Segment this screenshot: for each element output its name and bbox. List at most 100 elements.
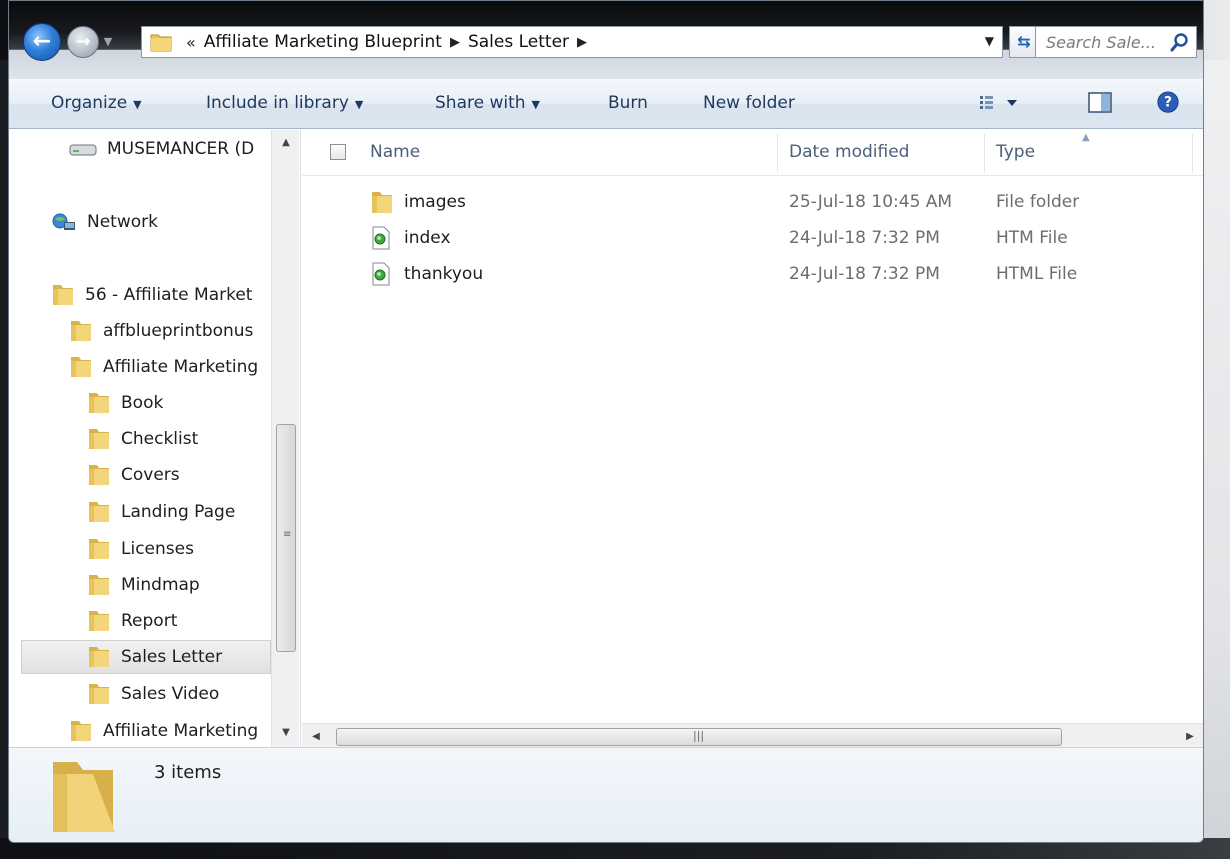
nav-scroll-thumb[interactable]: ≡	[276, 424, 296, 652]
search-icon[interactable]	[1170, 32, 1190, 52]
file-date: 25-Jul-18 10:45 AM	[789, 192, 953, 212]
nav-item-landing-page[interactable]: Landing Page	[87, 495, 235, 529]
file-name: thankyou	[404, 264, 484, 284]
nav-item-sales-letter[interactable]: Sales Letter	[21, 640, 271, 674]
address-bar[interactable]: « Affiliate Marketing Blueprint ▶ Sales …	[141, 26, 1003, 58]
file-row[interactable]: images 25-Jul-18 10:45 AM File folder	[302, 185, 1203, 221]
nav-item-checklist[interactable]: Checklist	[87, 422, 198, 456]
horizontal-scrollbar[interactable]: ◀ ||| ▶	[302, 723, 1203, 749]
nav-item-covers[interactable]: Covers	[87, 458, 180, 492]
html-file-icon	[372, 226, 390, 250]
command-bar: Organize ▼ Include in library ▼ Share with…	[9, 79, 1203, 129]
folder-icon	[53, 762, 115, 832]
file-name: index	[404, 228, 451, 248]
search-box	[1035, 26, 1197, 58]
sort-ascending-icon: ▲	[1082, 132, 1090, 143]
folder-icon	[89, 393, 109, 413]
file-name: images	[404, 192, 466, 212]
nav-item-licenses[interactable]: Licenses	[87, 532, 194, 566]
nav-item-label: Sales Video	[121, 684, 220, 704]
organize-button[interactable]: Organize ▼	[51, 93, 142, 113]
nav-item-mindmap[interactable]: Mindmap	[87, 568, 200, 602]
forward-button[interactable]: →	[67, 26, 99, 58]
back-button[interactable]: ←	[23, 23, 61, 61]
share-with-button[interactable]: Share with ▼	[435, 93, 540, 113]
file-row[interactable]: thankyou 24-Jul-18 7:32 PM HTML File	[302, 257, 1203, 293]
folder-icon	[372, 192, 392, 213]
nav-item-book[interactable]: Book	[87, 386, 163, 420]
include-in-library-button[interactable]: Include in library ▼	[206, 93, 363, 113]
address-row: ← → ▼ « Affiliate Marketing Blueprint ▶ …	[9, 1, 1203, 79]
nav-item-report[interactable]: Report	[87, 604, 177, 638]
chevron-down-icon: ▼	[133, 98, 142, 111]
chevron-down-icon: ▼	[531, 98, 540, 111]
horizontal-scroll-thumb[interactable]: |||	[336, 728, 1062, 746]
column-type[interactable]: Type	[996, 142, 1035, 162]
nav-item-sales-video[interactable]: Sales Video	[87, 677, 219, 711]
nav-item-label: Mindmap	[121, 575, 200, 595]
chevron-down-icon: ▼	[354, 98, 364, 111]
nav-item-affiliate-marketing-2[interactable]: Affiliate Marketing	[69, 714, 258, 747]
column-header-row: Name Date modified ▲ Type	[302, 130, 1203, 176]
nav-pane-scrollbar[interactable]: ▲ ≡ ▼	[271, 130, 299, 747]
column-divider[interactable]	[984, 134, 985, 172]
scroll-down-icon[interactable]: ▼	[272, 722, 300, 744]
folder-icon	[71, 721, 91, 741]
nav-item-label: Report	[121, 611, 178, 631]
file-date: 24-Jul-18 7:32 PM	[789, 228, 940, 248]
folder-icon	[89, 647, 109, 667]
nav-item-affblueprintbonus[interactable]: affblueprintbonus	[69, 314, 253, 348]
column-divider[interactable]	[1192, 134, 1193, 172]
folder-icon	[53, 285, 73, 305]
explorer-window: ← → ▼ « Affiliate Marketing Blueprint ▶ …	[8, 0, 1204, 843]
recent-pages-button[interactable]: ▼	[101, 35, 115, 49]
file-date: 24-Jul-18 7:32 PM	[789, 264, 940, 284]
nav-item-56-affiliate-market[interactable]: 56 - Affiliate Market	[51, 278, 252, 312]
file-list-pane: Name Date modified ▲ Type images 25-Jul-…	[302, 130, 1203, 749]
preview-pane-icon[interactable]	[1087, 91, 1115, 115]
column-name[interactable]: Name	[370, 142, 420, 162]
help-icon[interactable]: ?	[1155, 91, 1181, 115]
svg-text:?: ?	[1164, 95, 1172, 111]
select-all-checkbox[interactable]	[330, 144, 346, 160]
nav-item-musemancer-drive[interactable]: MUSEMANCER (D	[69, 132, 254, 166]
grip-icon: |||	[693, 729, 705, 742]
nav-item-label: Network	[87, 212, 158, 232]
arrow-left-icon: ←	[32, 29, 52, 54]
folder-icon	[89, 539, 109, 559]
column-date-modified[interactable]: Date modified	[789, 142, 909, 162]
folder-icon	[89, 502, 109, 522]
folder-icon	[89, 429, 109, 449]
search-input[interactable]	[1046, 32, 1166, 52]
file-row[interactable]: index 24-Jul-18 7:32 PM HTM File	[302, 221, 1203, 257]
breadcrumb-separator-icon[interactable]: ▶	[450, 35, 460, 50]
nav-item-label: Checklist	[121, 429, 199, 449]
burn-button[interactable]: Burn	[608, 93, 648, 113]
nav-item-label: Affiliate Marketing	[103, 357, 259, 377]
breadcrumb-sales-letter[interactable]: Sales Letter	[468, 32, 569, 52]
change-view-icon[interactable]	[977, 91, 1025, 115]
folder-icon	[150, 34, 172, 52]
desktop-backdrop-right	[1200, 60, 1230, 859]
details-pane: 3 items	[9, 747, 1203, 842]
scroll-up-icon[interactable]: ▲	[272, 132, 300, 154]
network-icon	[52, 213, 75, 230]
breadcrumb-affiliate-marketing-blueprint[interactable]: Affiliate Marketing Blueprint	[204, 32, 442, 52]
breadcrumb-separator-icon[interactable]: ▶	[577, 35, 587, 50]
nav-item-label: Book	[121, 393, 164, 413]
column-divider[interactable]	[777, 134, 778, 172]
folder-icon	[89, 575, 109, 595]
grip-icon: ≡	[283, 529, 292, 540]
html-file-icon	[372, 262, 390, 286]
new-folder-button[interactable]: New folder	[703, 93, 795, 113]
nav-item-network[interactable]: Network	[51, 205, 158, 239]
nav-item-affiliate-marketing[interactable]: Affiliate Marketing	[69, 350, 258, 384]
file-type: HTML File	[996, 264, 1078, 284]
address-dropdown-icon[interactable]: ▼	[985, 34, 994, 48]
nav-item-label: 56 - Affiliate Market	[85, 285, 253, 305]
arrow-right-icon: →	[75, 31, 91, 52]
breadcrumb-overflow[interactable]: «	[186, 33, 196, 52]
folder-icon	[89, 611, 109, 631]
item-count: 3 items	[154, 762, 222, 783]
nav-item-label: Landing Page	[121, 502, 236, 522]
